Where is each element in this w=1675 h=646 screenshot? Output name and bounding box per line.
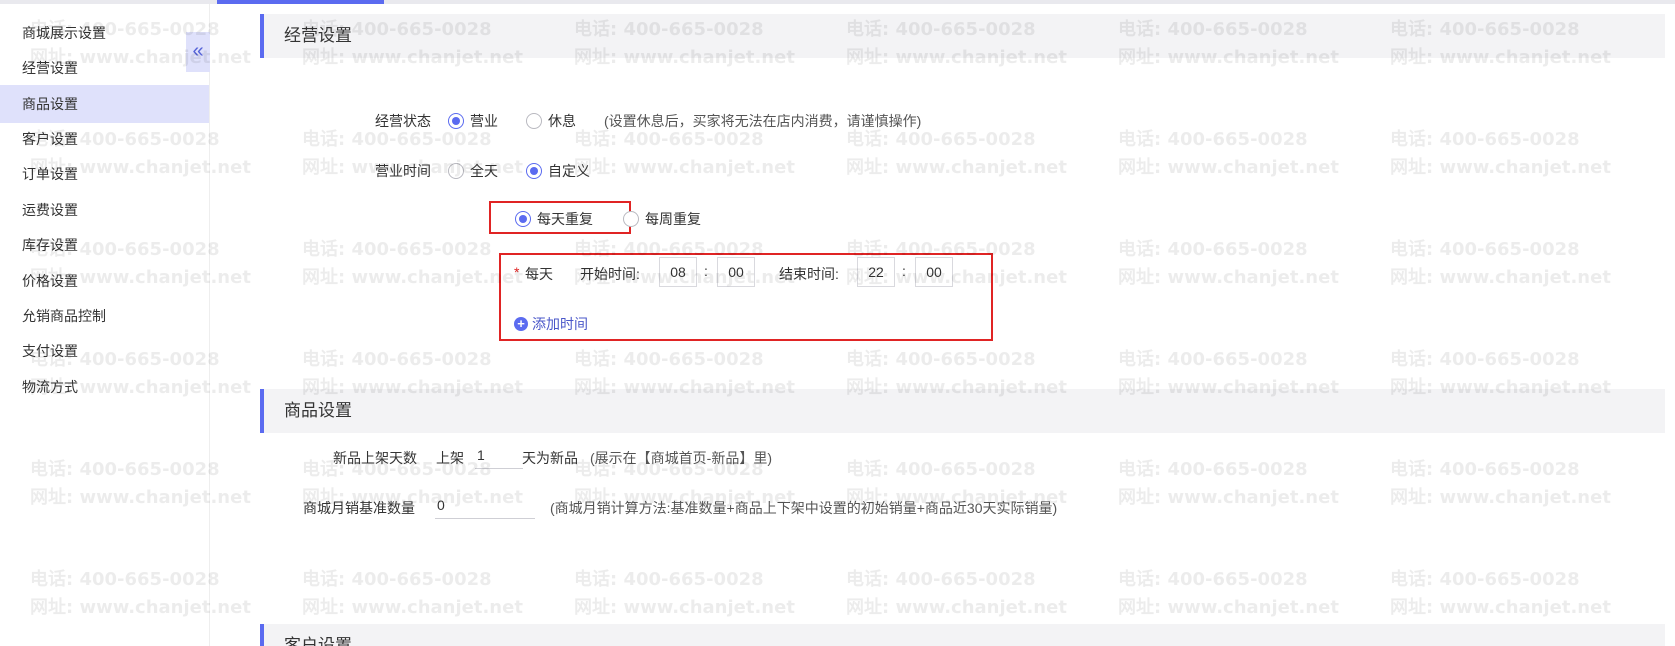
repeat-daily-radio[interactable]: 每天重复	[515, 209, 593, 229]
hours-all-day-radio[interactable]: 全天	[448, 161, 498, 181]
sidebar-item-product[interactable]: 商品设置	[0, 85, 209, 123]
start-time-label: 开始时间:	[580, 266, 640, 282]
new-days-prefix: 上架	[436, 450, 464, 466]
sidebar-item-price[interactable]: 价格设置	[0, 262, 209, 300]
add-time-button[interactable]: + 添加时间	[514, 314, 588, 334]
sidebar-item-payment[interactable]: 支付设置	[0, 332, 209, 370]
sidebar-item-label: 库存设置	[22, 237, 78, 253]
radio-label: 每周重复	[645, 211, 701, 227]
sidebar-item-label: 商品设置	[22, 96, 78, 112]
radio-label: 全天	[470, 163, 498, 179]
settings-main: 经营设置 经营状态 营业 休息 (设置休息后，买家将无法在店内消费，请谨慎操作)…	[210, 4, 1675, 646]
start-minute-input[interactable]: 00	[717, 257, 755, 287]
radio-label: 每天重复	[537, 211, 593, 227]
hours-custom-radio[interactable]: 自定义	[526, 161, 590, 181]
status-rest-radio[interactable]: 休息	[526, 111, 576, 131]
plus-circle-icon: +	[514, 317, 528, 331]
radio-checked-icon	[448, 113, 464, 129]
sidebar-item-label: 商城展示设置	[22, 25, 106, 41]
radio-unchecked-icon	[623, 211, 639, 227]
sidebar-item-label: 允销商品控制	[22, 308, 106, 324]
repeat-weekly-radio[interactable]: 每周重复	[623, 209, 701, 229]
sidebar-item-label: 物流方式	[22, 379, 78, 395]
new-days-hint: (展示在【商城首页-新品】里)	[590, 450, 772, 466]
sidebar-item-label: 价格设置	[22, 273, 78, 289]
radio-label: 营业	[470, 113, 498, 129]
sidebar-item-label: 经营设置	[22, 60, 78, 76]
sidebar-item-mall-display[interactable]: 商城展示设置	[0, 14, 209, 52]
time-colon: :	[902, 263, 906, 279]
sidebar-item-label: 支付设置	[22, 343, 78, 359]
sidebar-item-inventory[interactable]: 库存设置	[0, 226, 209, 264]
business-hours-label: 营业时间	[375, 163, 431, 179]
radio-label: 休息	[548, 113, 576, 129]
sidebar-item-business[interactable]: 经营设置	[0, 49, 209, 87]
sidebar-item-shipping-fee[interactable]: 运费设置	[0, 191, 209, 229]
add-time-label: 添加时间	[532, 316, 588, 332]
end-time-label: 结束时间:	[779, 266, 839, 282]
monthly-base-input[interactable]: 0	[435, 491, 535, 519]
section-title: 客户设置	[284, 636, 352, 646]
sidebar-item-allowed-products[interactable]: 允销商品控制	[0, 297, 209, 335]
sidebar-item-logistics[interactable]: 物流方式	[0, 368, 209, 406]
status-open-radio[interactable]: 营业	[448, 111, 498, 131]
end-hour-input[interactable]: 22	[857, 257, 895, 287]
section-header-customer: 客户设置	[260, 624, 1665, 646]
collapse-sidebar-icon[interactable]: «	[186, 32, 210, 72]
monthly-base-hint: (商城月销计算方法:基准数量+商品上下架中设置的初始销量+商品近30天实际销量)	[550, 500, 1058, 516]
section-title: 商品设置	[284, 401, 352, 420]
new-days-input[interactable]: 1	[475, 441, 523, 469]
sidebar-item-label: 订单设置	[22, 166, 78, 182]
radio-label: 自定义	[548, 163, 590, 179]
start-hour-input[interactable]: 08	[659, 257, 697, 287]
settings-sidebar: 商城展示设置 经营设置 商品设置 客户设置 订单设置 运费设置 库存设置 价格设…	[0, 4, 210, 646]
sidebar-item-label: 运费设置	[22, 202, 78, 218]
day-label: 每天	[525, 266, 553, 282]
section-header-business: 经营设置	[260, 14, 1665, 58]
status-hint: (设置休息后，买家将无法在店内消费，请谨慎操作)	[604, 113, 922, 129]
sidebar-item-order[interactable]: 订单设置	[0, 155, 209, 193]
required-mark: *	[514, 264, 520, 280]
monthly-base-label: 商城月销基准数量	[303, 500, 415, 516]
end-minute-input[interactable]: 00	[915, 257, 953, 287]
new-days-label: 新品上架天数	[333, 450, 417, 466]
section-header-product: 商品设置	[260, 389, 1665, 433]
radio-checked-icon	[526, 163, 542, 179]
radio-unchecked-icon	[448, 163, 464, 179]
radio-checked-icon	[515, 211, 531, 227]
time-colon: :	[704, 263, 708, 279]
radio-unchecked-icon	[526, 113, 542, 129]
sidebar-item-label: 客户设置	[22, 131, 78, 147]
business-status-label: 经营状态	[375, 113, 431, 129]
new-days-suffix: 天为新品	[522, 450, 578, 466]
section-title: 经营设置	[284, 26, 352, 45]
sidebar-item-customer[interactable]: 客户设置	[0, 120, 209, 158]
